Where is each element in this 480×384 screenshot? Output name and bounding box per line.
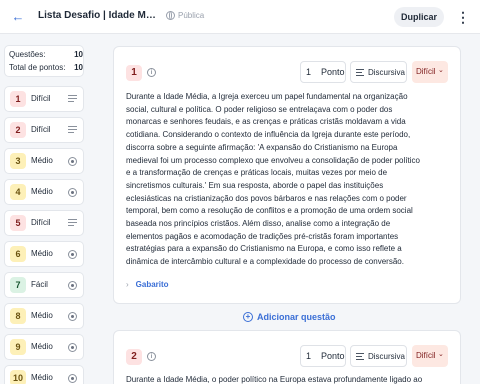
add-question-label: Adicionar questão bbox=[257, 312, 336, 322]
radio-option-icon bbox=[68, 281, 77, 290]
answer-key-label: Gabarito bbox=[135, 280, 169, 289]
text-lines-icon bbox=[356, 69, 364, 78]
points-value: 1 bbox=[306, 67, 312, 77]
difficulty-label: Difícil bbox=[416, 351, 436, 360]
more-options-icon[interactable]: ⋮ bbox=[456, 8, 470, 26]
difficulty-label: Médio bbox=[31, 373, 53, 382]
page-title: Lista Desafio | Idade Média:... bbox=[38, 10, 160, 21]
question-number-badge: 3 bbox=[10, 153, 26, 169]
sidebar-question-item[interactable]: 5 Difícil bbox=[4, 210, 84, 236]
back-arrow-icon[interactable]: ← bbox=[9, 8, 27, 26]
add-question-button[interactable]: + Adicionar questão bbox=[243, 312, 336, 322]
points-unit: Ponto bbox=[321, 351, 345, 361]
question-card: 1 i 1 Ponto Discursiva Difícil ⌄ Durante… bbox=[113, 46, 461, 304]
sidebar-question-item[interactable]: 1 Difícil bbox=[4, 86, 84, 112]
sidebar-question-item[interactable]: 3 Médio bbox=[4, 148, 84, 174]
sidebar-question-item[interactable]: 2 Difícil bbox=[4, 117, 84, 143]
radio-option-icon bbox=[68, 312, 77, 321]
question-number-badge: 2 bbox=[126, 349, 142, 365]
radio-option-icon bbox=[68, 157, 77, 166]
total-points-value: 10 bbox=[74, 63, 83, 72]
question-type-label: Discursiva bbox=[368, 352, 405, 361]
difficulty-select[interactable]: Difícil ⌄ bbox=[412, 61, 448, 83]
points-unit: Ponto bbox=[321, 67, 345, 77]
duplicate-button[interactable]: Duplicar bbox=[394, 7, 444, 27]
sidebar-question-item[interactable]: 8 Médio bbox=[4, 303, 84, 329]
difficulty-label: Médio bbox=[31, 187, 53, 196]
difficulty-label: Difícil bbox=[416, 67, 436, 76]
text-lines-icon bbox=[68, 95, 77, 103]
points-value: 1 bbox=[306, 351, 312, 361]
text-lines-icon bbox=[68, 219, 77, 227]
plus-circle-icon: + bbox=[243, 312, 253, 322]
question-type-select[interactable]: Discursiva bbox=[350, 61, 407, 83]
questions-count-label: Questões: bbox=[9, 50, 46, 59]
question-number-badge: 2 bbox=[10, 122, 26, 138]
difficulty-label: Médio bbox=[31, 311, 53, 320]
info-icon[interactable]: i bbox=[147, 68, 156, 77]
list-summary: Questões: 10 Total de pontos: 10 bbox=[4, 45, 84, 77]
total-points-row: Total de pontos: 10 bbox=[9, 63, 83, 72]
points-field[interactable]: 1 Ponto bbox=[300, 345, 346, 367]
question-text: Durante a Idade Média, o poder político … bbox=[126, 375, 423, 384]
sidebar-question-item[interactable]: 7 Fácil bbox=[4, 272, 84, 298]
question-number-badge: 8 bbox=[10, 308, 26, 324]
question-type-select[interactable]: Discursiva bbox=[350, 345, 407, 367]
total-points-label: Total de pontos: bbox=[9, 63, 66, 72]
difficulty-label: Médio bbox=[31, 342, 53, 351]
points-field[interactable]: 1 Ponto bbox=[300, 61, 346, 83]
question-card: 2 i 1 Ponto Discursiva Difícil ⌄ Durante… bbox=[113, 330, 461, 384]
question-type-label: Discursiva bbox=[368, 68, 405, 77]
sidebar-question-item[interactable]: 9 Médio bbox=[4, 334, 84, 360]
chevron-right-icon: › bbox=[126, 280, 129, 289]
radio-option-icon bbox=[68, 188, 77, 197]
question-number-badge: 9 bbox=[10, 339, 26, 355]
difficulty-label: Médio bbox=[31, 156, 53, 165]
globe-icon bbox=[166, 11, 175, 20]
difficulty-select[interactable]: Difícil ⌄ bbox=[412, 345, 448, 367]
question-number-badge: 7 bbox=[10, 277, 26, 293]
chevron-down-icon: ⌄ bbox=[438, 67, 444, 74]
question-number-badge: 5 bbox=[10, 215, 26, 231]
radio-option-icon bbox=[68, 343, 77, 352]
question-number-badge: 1 bbox=[10, 91, 26, 107]
difficulty-label: Difícil bbox=[31, 218, 51, 227]
radio-option-icon bbox=[68, 250, 77, 259]
visibility-indicator: Pública bbox=[166, 11, 204, 20]
difficulty-label: Difícil bbox=[31, 94, 51, 103]
question-number-badge: 4 bbox=[10, 184, 26, 200]
question-text: Durante a Idade Média, a Igreja exerceu … bbox=[126, 92, 420, 267]
sidebar-question-item[interactable]: 4 Médio bbox=[4, 179, 84, 205]
radio-option-icon bbox=[68, 374, 77, 383]
top-bar: ← Lista Desafio | Idade Média:... Públic… bbox=[0, 0, 480, 34]
question-number-badge: 10 bbox=[10, 370, 26, 384]
questions-count-row: Questões: 10 bbox=[9, 50, 83, 59]
text-lines-icon bbox=[68, 126, 77, 134]
question-number-badge: 1 bbox=[126, 65, 142, 81]
info-icon[interactable]: i bbox=[147, 352, 156, 361]
questions-count-value: 10 bbox=[74, 50, 83, 59]
difficulty-label: Médio bbox=[31, 249, 53, 258]
sidebar-question-item[interactable]: 10 Médio bbox=[4, 365, 84, 384]
chevron-down-icon: ⌄ bbox=[438, 351, 444, 358]
answer-key-toggle[interactable]: › Gabarito bbox=[126, 280, 169, 289]
difficulty-label: Fácil bbox=[31, 280, 48, 289]
question-number-badge: 6 bbox=[10, 246, 26, 262]
text-lines-icon bbox=[356, 353, 364, 362]
visibility-label: Pública bbox=[178, 11, 205, 20]
sidebar-question-item[interactable]: 6 Médio bbox=[4, 241, 84, 267]
difficulty-label: Difícil bbox=[31, 125, 51, 134]
